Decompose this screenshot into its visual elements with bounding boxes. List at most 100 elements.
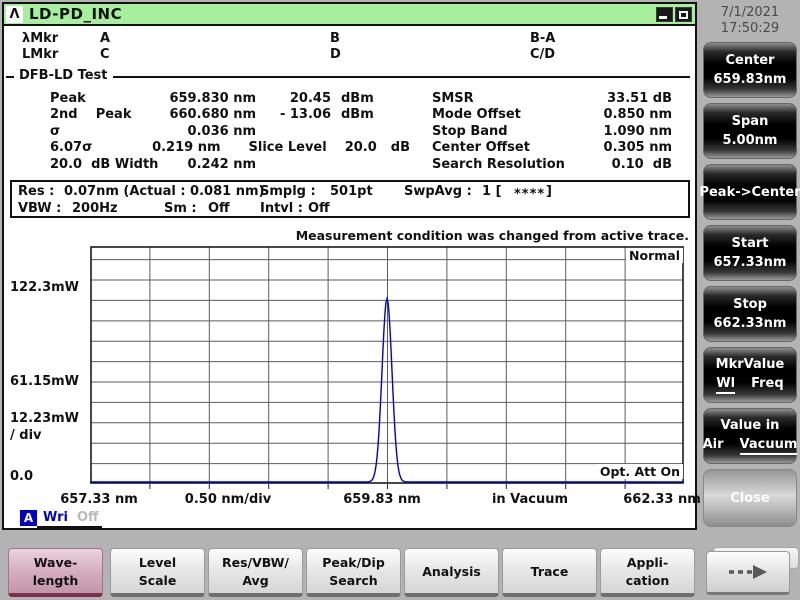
option-wavelength[interactable]: Wl — [716, 376, 736, 394]
titlebar: Λ LD-PD_INC — [4, 4, 695, 26]
minimize-icon — [659, 16, 667, 19]
maximize-icon — [679, 11, 688, 19]
softkey-value-in[interactable]: Value in Air Vacuum — [703, 408, 798, 464]
softkey-marker-value[interactable]: MkrValue Wl Freq — [703, 347, 797, 403]
time-display: 17:50:29 — [720, 21, 780, 36]
result-row-smsr: SMSR 33.51 dB — [432, 90, 677, 107]
softkey-value: 5.00nm — [722, 133, 778, 148]
optical-attenuator-badge: Opt. Att On — [596, 464, 683, 479]
trace-letter-badge: A — [20, 510, 37, 526]
menu-label: Avg — [242, 572, 269, 588]
slice-level-unit: dB — [390, 140, 410, 156]
y-axis-label-mid: 61.15mW — [10, 374, 80, 389]
sm-label: Sm : — [164, 201, 197, 216]
menu-label: length — [32, 572, 79, 588]
softkey-label: Peak->Center — [699, 184, 800, 200]
marker-a-label: A — [100, 31, 111, 46]
analysis-results-right: SMSR 33.51 dB Mode Offset 0.850 nm Stop … — [432, 90, 677, 173]
result-value: 33.51 dB — [607, 90, 672, 106]
window-title: LD-PD_INC — [29, 5, 123, 23]
trace-mode-indicator: Wri Off — [37, 510, 102, 528]
result-row-center-offset: Center Offset 0.305 nm — [432, 140, 677, 157]
y-axis-label-div2: / div — [10, 428, 42, 443]
result-unit: dBm — [341, 90, 374, 106]
softkey-label: Value in — [720, 417, 780, 433]
menu-level-scale-button[interactable]: Level Scale — [110, 548, 205, 597]
option-air[interactable]: Air — [703, 437, 724, 455]
x-axis-start-label: 657.33 nm — [60, 492, 138, 507]
softkey-peak-to-center[interactable]: Peak->Center — [699, 164, 800, 220]
intvl-value: Off — [308, 201, 330, 216]
x-axis-div-label: 0.50 nm/div — [184, 492, 272, 507]
softkey-center[interactable]: Center 659.83nm — [703, 42, 797, 98]
menu-wavelength-button[interactable]: Wave- length — [8, 548, 103, 597]
result-row-20db-width: 20.0 dB Width 0.242 nm — [50, 156, 410, 173]
menu-label: cation — [625, 572, 670, 588]
result-label: Peak — [50, 90, 86, 106]
result-value: 0.305 nm — [603, 140, 672, 156]
level-marker-label: LMkr — [22, 47, 59, 62]
date-display: 7/1/2021 — [720, 5, 780, 20]
sweep-settings-box: Res : 0.07nm (Actual : 0.081 nm) Smplg :… — [10, 180, 690, 218]
result-wavelength: 0.242 nm — [187, 156, 256, 172]
warning-message: Measurement condition was changed from a… — [295, 228, 689, 243]
menu-label: Trace — [530, 563, 569, 579]
softkey-label: Center — [725, 53, 775, 68]
softkey-stop[interactable]: Stop 662.33nm — [703, 286, 797, 342]
softkey-span[interactable]: Span 5.00nm — [703, 103, 797, 159]
analyzer-window: Λ LD-PD_INC λMkr A B B-A LMkr C D C/D DF… — [2, 2, 701, 530]
sm-value: Off — [208, 201, 230, 216]
result-label: Search Resolution — [432, 156, 565, 172]
menu-label: Res/VBW/ — [222, 554, 289, 570]
menu-trace-button[interactable]: Trace — [502, 548, 597, 597]
option-vacuum[interactable]: Vacuum — [739, 437, 798, 455]
result-row-6sigma: 6.07σ 0.219 nm Slice Level 20.0 dB — [50, 140, 410, 157]
result-label: 20.0 dB Width — [50, 156, 159, 172]
swpavg-stars: **** — [514, 187, 546, 202]
maximize-button[interactable] — [675, 7, 692, 22]
menu-label: Search — [329, 572, 378, 588]
result-row-search-resolution: Search Resolution 0.10 dB — [432, 156, 677, 173]
result-wavelength: 0.036 nm — [187, 123, 256, 139]
softkey-value: 657.33nm — [713, 255, 787, 270]
trace-mode-badge: Normal — [626, 248, 683, 263]
result-level: - 13.06 — [279, 107, 331, 123]
intvl-label: Intvl : — [260, 201, 303, 216]
active-trace-indicator[interactable]: A Wri Off — [20, 510, 102, 528]
x-axis-center-label: 659.83 nm — [343, 492, 421, 507]
result-label: Center Offset — [432, 140, 530, 156]
result-unit: dBm — [341, 107, 374, 123]
dashed-right-arrow-icon — [729, 565, 767, 579]
analysis-section-title: DFB-LD Test — [14, 68, 113, 83]
result-row-sigma: σ 0.036 nm — [50, 123, 410, 140]
result-label: Mode Offset — [432, 107, 521, 123]
swpavg-label: SwpAvg : — [404, 184, 472, 199]
menu-res-vbw-avg-button[interactable]: Res/VBW/ Avg — [208, 548, 303, 597]
menu-label: Peak/Dip — [322, 554, 385, 570]
softkey-close[interactable]: Close — [703, 469, 797, 527]
minimize-button[interactable] — [656, 7, 673, 22]
menu-label: Wave- — [33, 554, 78, 570]
softkey-value: 659.83nm — [713, 72, 787, 87]
smplg-label: Smplg : — [260, 184, 316, 199]
wavelength-marker-label: λMkr — [22, 31, 59, 46]
softkey-label: Start — [731, 236, 769, 251]
menu-application-button[interactable]: Appli- cation — [600, 548, 695, 597]
menu-more-button[interactable] — [706, 547, 799, 595]
spectrum-plot-area: Normal Opt. Att On — [90, 246, 686, 492]
menu-analysis-button[interactable]: Analysis — [404, 548, 499, 597]
res-value: 0.07nm (Actual : 0.081 nm) — [64, 184, 265, 199]
result-label: 2nd Peak — [50, 107, 132, 123]
result-row-peak: Peak 659.830 nm 20.45 dBm — [50, 90, 410, 107]
result-wavelength: 0.219 nm — [152, 140, 221, 156]
trace-write-label: Wri — [43, 510, 68, 525]
result-label: SMSR — [432, 90, 474, 106]
smplg-value: 501pt — [330, 184, 373, 199]
marker-b-label: B — [330, 31, 340, 46]
app-logo-icon: Λ — [6, 5, 23, 23]
menu-peak-dip-search-button[interactable]: Peak/Dip Search — [306, 548, 401, 597]
swpavg-value: 1 [ — [482, 184, 502, 199]
softkey-start[interactable]: Start 657.33nm — [703, 225, 797, 281]
option-frequency[interactable]: Freq — [751, 376, 784, 394]
menu-label: Analysis — [422, 563, 481, 579]
